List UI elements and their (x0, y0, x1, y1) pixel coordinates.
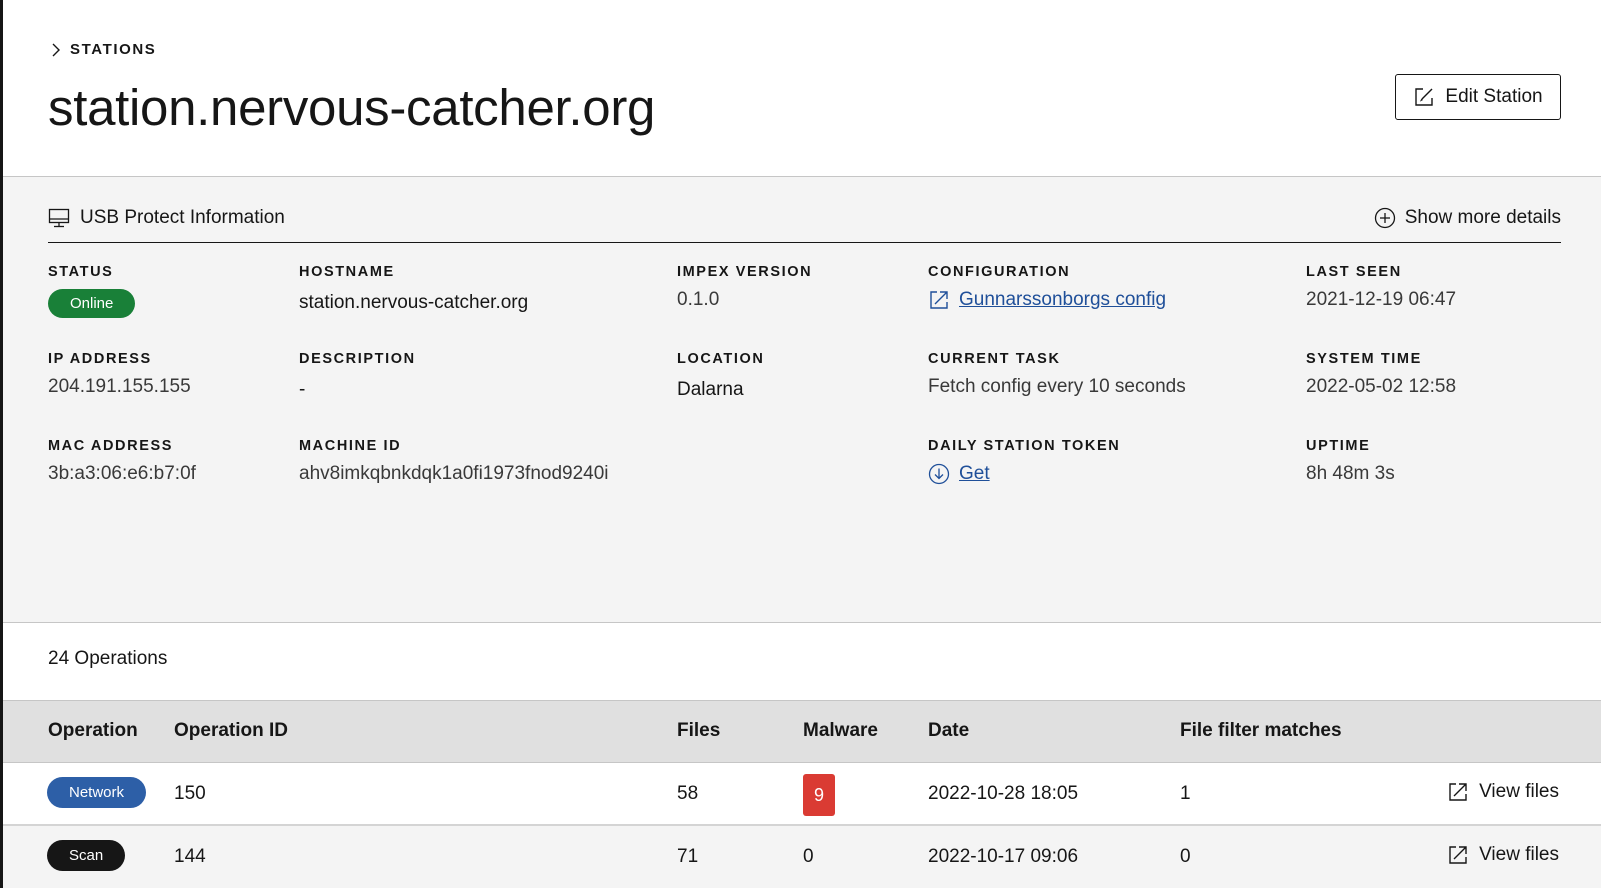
status-label: STATUS (48, 264, 114, 280)
current-task-field: CURRENT TASK Fetch config every 10 secon… (928, 351, 1186, 398)
hostname-field: HOSTNAME station.nervous-catcher.org (299, 264, 528, 314)
last-seen-field: LAST SEEN 2021-12-19 06:47 (1306, 264, 1456, 311)
daily-token-field: DAILY STATION TOKEN Get (928, 438, 1120, 485)
table-row[interactable]: Scan 144 71 0 2022-10-17 09:06 0 View fi… (3, 826, 1601, 888)
impex-version-value: 0.1.0 (677, 289, 720, 310)
info-panel-header: USB Protect Information Show more detail… (48, 205, 1561, 243)
machine-id-value: ahv8imkqbnkdqk1a0fi1973fnod9240i (299, 463, 609, 484)
malware-count-cell: 0 (803, 846, 814, 867)
location-value: Dalarna (677, 379, 744, 400)
uptime-field: UPTIME 8h 48m 3s (1306, 438, 1395, 485)
column-header-operation[interactable]: Operation (48, 720, 138, 742)
current-task-label: CURRENT TASK (928, 351, 1061, 367)
operations-count: 24 Operations (48, 648, 168, 669)
configuration-link-row: Gunnarssonborgs config (928, 289, 1166, 311)
status-field: STATUS Online (48, 264, 136, 318)
system-time-label: SYSTEM TIME (1306, 351, 1422, 367)
hostname-value: station.nervous-catcher.org (299, 292, 529, 313)
view-files-label: View files (1479, 781, 1559, 802)
ip-address-label: IP ADDRESS (48, 351, 152, 367)
date-cell: 2022-10-28 18:05 (928, 783, 1079, 804)
column-header-malware[interactable]: Malware (803, 720, 878, 742)
add-circle-icon (1374, 207, 1395, 229)
column-header-date[interactable]: Date (928, 720, 969, 742)
column-header-operation-id[interactable]: Operation ID (174, 720, 288, 742)
operation-id-cell: 150 (174, 783, 206, 804)
uptime-value: 8h 48m 3s (1306, 463, 1395, 484)
location-field: LOCATION Dalarna (677, 351, 764, 401)
info-panel-title: USB Protect Information (48, 207, 285, 229)
launch-icon (1449, 846, 1467, 864)
description-field: DESCRIPTION - (299, 351, 416, 401)
column-header-file-filter-matches[interactable]: File filter matches (1180, 720, 1342, 742)
configuration-link[interactable]: Gunnarssonborgs config (959, 289, 1166, 311)
files-cell: 58 (677, 783, 699, 804)
last-seen-label: LAST SEEN (1306, 264, 1402, 280)
machine-id-field: MACHINE ID ahv8imkqbnkdqk1a0fi1973fnod92… (299, 438, 609, 485)
operation-tag: Scan (47, 840, 126, 871)
launch-icon (1449, 783, 1467, 801)
files-cell: 71 (677, 846, 699, 867)
last-seen-value: 2021-12-19 06:47 (1306, 289, 1457, 310)
mac-address-label: MAC ADDRESS (48, 438, 174, 454)
daily-token-label: DAILY STATION TOKEN (928, 438, 1121, 454)
get-token-link[interactable]: Get (959, 463, 990, 485)
configuration-field: CONFIGURATION Gunnarssonborgs config (928, 264, 1166, 311)
ip-address-field: IP ADDRESS 204.191.155.155 (48, 351, 191, 398)
malware-count-badge: 9 (803, 774, 835, 816)
system-time-value: 2022-05-02 12:58 (1306, 376, 1457, 397)
description-value: - (299, 379, 306, 400)
date-cell: 2022-10-17 09:06 (928, 846, 1079, 867)
filter-matches-cell: 1 (1180, 783, 1191, 804)
hostname-label: HOSTNAME (299, 264, 395, 280)
view-files-button[interactable]: View files (1447, 844, 1559, 866)
download-circle-icon (928, 463, 950, 485)
mac-address-field: MAC ADDRESS 3b:a3:06:e6:b7:0f (48, 438, 196, 485)
ip-address-value: 204.191.155.155 (48, 376, 191, 397)
launch-icon (930, 291, 948, 309)
show-more-details-button[interactable]: Show more details (1374, 207, 1561, 229)
edit-icon (1415, 88, 1434, 106)
current-task-value: Fetch config every 10 seconds (928, 376, 1186, 397)
edit-station-label: Edit Station (1445, 86, 1543, 107)
show-more-details-label: Show more details (1404, 207, 1561, 228)
status-badge: Online (48, 289, 136, 318)
breadcrumb[interactable]: STATIONS (50, 41, 156, 58)
operations-table-header: Operation Operation ID Files Malware Dat… (3, 700, 1601, 763)
view-files-label: View files (1479, 844, 1559, 865)
configuration-label: CONFIGURATION (928, 264, 1071, 280)
uptime-label: UPTIME (1306, 438, 1371, 454)
location-label: LOCATION (677, 351, 765, 367)
chevron-right-icon (52, 43, 60, 56)
page-title: station.nervous-catcher.org (48, 79, 656, 136)
monitor-icon (48, 208, 70, 228)
usb-protect-info-panel: USB Protect Information Show more detail… (3, 177, 1601, 623)
page-header: STATIONS station.nervous-catcher.org Edi… (3, 0, 1601, 177)
table-row[interactable]: Network 150 58 9 2022-10-28 18:05 1 View… (3, 763, 1601, 826)
edit-station-button[interactable]: Edit Station (1395, 74, 1561, 120)
system-time-field: SYSTEM TIME 2022-05-02 12:58 (1306, 351, 1456, 398)
filter-matches-cell: 0 (1180, 846, 1191, 867)
operation-id-cell: 144 (174, 846, 206, 867)
column-header-files[interactable]: Files (677, 720, 720, 742)
impex-version-label: IMPEX VERSION (677, 264, 813, 280)
daily-token-link-row: Get (928, 463, 1120, 485)
info-panel-title-text: USB Protect Information (80, 207, 285, 228)
description-label: DESCRIPTION (299, 351, 416, 367)
view-files-button[interactable]: View files (1447, 781, 1559, 803)
breadcrumb-stations-link[interactable]: STATIONS (70, 41, 156, 58)
machine-id-label: MACHINE ID (299, 438, 402, 454)
impex-version-field: IMPEX VERSION 0.1.0 (677, 264, 812, 311)
mac-address-value: 3b:a3:06:e6:b7:0f (48, 463, 196, 484)
operation-tag: Network (47, 777, 147, 808)
